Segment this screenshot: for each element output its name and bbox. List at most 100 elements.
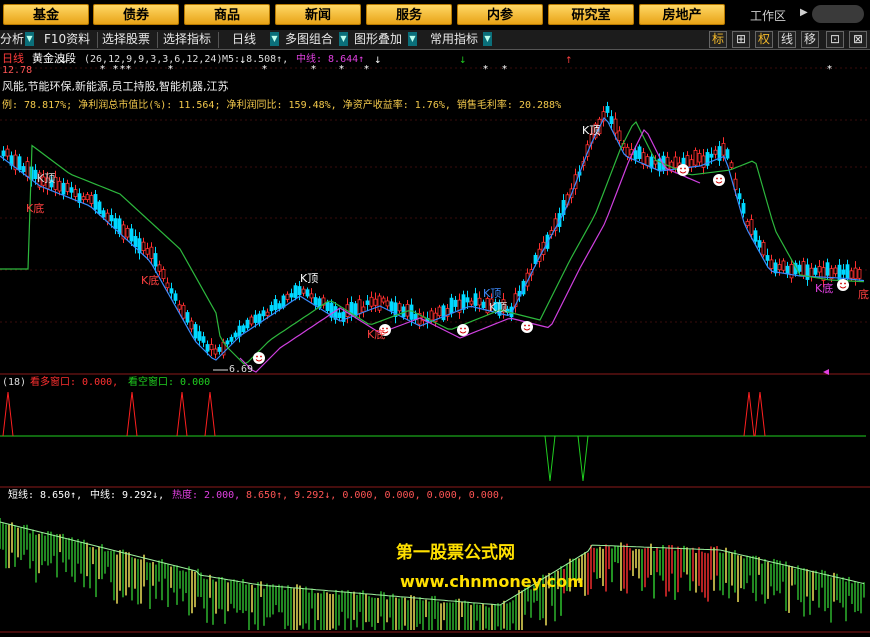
candle-body bbox=[765, 255, 770, 261]
candle-body bbox=[261, 310, 266, 317]
candle-body bbox=[625, 146, 630, 157]
smiley-icon bbox=[253, 352, 265, 364]
candle-body bbox=[81, 196, 86, 201]
candle-body bbox=[365, 300, 370, 305]
candle-body bbox=[481, 301, 486, 309]
candle-body bbox=[5, 148, 10, 157]
candle-body bbox=[853, 267, 858, 280]
candle-body bbox=[113, 218, 118, 229]
down-arrow-icon: ↓ bbox=[459, 56, 467, 66]
candle-body bbox=[253, 314, 258, 323]
candle-body bbox=[97, 201, 102, 215]
candle-body bbox=[813, 267, 818, 275]
k-top-label: K顶 bbox=[37, 172, 56, 185]
candle-body bbox=[217, 347, 222, 352]
candle-body bbox=[325, 301, 330, 311]
candle-body bbox=[69, 187, 74, 193]
candle-body bbox=[269, 305, 274, 312]
smiley-eye bbox=[464, 327, 466, 330]
k-bottom-label: K底 bbox=[26, 202, 45, 215]
period-label: 日线 bbox=[2, 52, 24, 65]
k-bottom-label: K底 bbox=[367, 328, 386, 341]
candle-body bbox=[693, 150, 698, 166]
candle-body bbox=[713, 149, 718, 155]
candle-body bbox=[389, 301, 394, 312]
smiley-icon bbox=[713, 174, 725, 186]
candle-body bbox=[373, 298, 378, 306]
window-spike bbox=[544, 435, 556, 482]
candle-body bbox=[201, 336, 206, 343]
indicator-name: 黄金波段 bbox=[32, 52, 76, 65]
candle-body bbox=[737, 193, 742, 200]
candle-body bbox=[857, 269, 862, 279]
smiley-eye bbox=[460, 327, 462, 330]
candle-body bbox=[149, 246, 154, 259]
candle-body bbox=[797, 264, 802, 272]
star-marker-icon: * bbox=[502, 64, 507, 75]
bear-window-label: 看空窗口: 0.000 bbox=[128, 377, 211, 388]
candle-body bbox=[441, 305, 446, 321]
candle-body bbox=[285, 293, 290, 300]
candle-body bbox=[477, 297, 482, 306]
m5-value: M5: 8.508↑, bbox=[222, 54, 289, 65]
candle-body bbox=[229, 336, 234, 342]
short-line-value: 短线: 8.650↑, bbox=[8, 490, 83, 501]
candle-body bbox=[741, 203, 746, 214]
k-top-label: K顶 bbox=[582, 124, 601, 137]
indicator-params: (26,12,9,9,3,3,6,12,24) bbox=[84, 54, 223, 65]
candle-body bbox=[301, 288, 306, 294]
up-arrow-icon: ↑ bbox=[565, 56, 573, 66]
candle-body bbox=[181, 304, 186, 319]
mid-panel-param: (18) bbox=[2, 377, 27, 388]
candle-body bbox=[725, 149, 730, 159]
candle-body bbox=[141, 241, 146, 251]
candle-body bbox=[781, 260, 786, 271]
extra-values: 8.650↑, 9.292↓, 0.000, 0.000, 0.000, 0.0… bbox=[246, 490, 505, 501]
candle-body bbox=[637, 146, 642, 159]
candle-body bbox=[461, 294, 466, 310]
candle-body bbox=[757, 240, 762, 248]
candle-body bbox=[613, 118, 618, 134]
low-price-label: 6.69 bbox=[229, 364, 254, 375]
candle-body bbox=[841, 269, 846, 275]
candle-body bbox=[409, 304, 414, 320]
candle-body bbox=[377, 295, 382, 311]
candle-body bbox=[469, 300, 474, 305]
candle-body bbox=[361, 306, 366, 313]
smiley-eye bbox=[844, 282, 846, 285]
bottom-label: 底 bbox=[858, 288, 869, 301]
candle-body bbox=[753, 230, 758, 242]
finance-text: 例: 78.817%; 净利润总市值比(%): 11.564; 净利润同比: 1… bbox=[2, 100, 562, 111]
smiley-eye bbox=[528, 324, 530, 327]
watermark-title: 第一股票公式网 bbox=[396, 543, 515, 563]
candle-body bbox=[645, 156, 650, 167]
candle-body bbox=[241, 325, 246, 333]
window-spike bbox=[176, 391, 188, 437]
candle-body bbox=[609, 116, 614, 124]
candle-body bbox=[249, 316, 254, 325]
smiley-icon bbox=[677, 164, 689, 176]
candle-body bbox=[281, 295, 286, 308]
candle-body bbox=[73, 189, 78, 198]
candle-body bbox=[849, 270, 854, 279]
candle-body bbox=[385, 300, 390, 307]
window-spike bbox=[204, 391, 216, 437]
midline-value: 中线: 8.644↑ bbox=[296, 54, 365, 65]
window-signal-lines bbox=[0, 391, 866, 482]
k-bottom-label: K底 bbox=[141, 274, 160, 287]
smiley-eye bbox=[256, 355, 258, 358]
candle-body bbox=[89, 195, 94, 204]
candle-body bbox=[429, 310, 434, 321]
candle-body bbox=[353, 303, 358, 317]
candle-body bbox=[453, 299, 458, 307]
candle-body bbox=[293, 285, 298, 298]
moving-average-lines bbox=[0, 116, 865, 373]
candle-body bbox=[397, 303, 402, 312]
candle-body bbox=[817, 266, 822, 273]
smiley-icon bbox=[837, 279, 849, 291]
candle-body bbox=[161, 269, 166, 280]
main-candlesticks bbox=[1, 101, 862, 359]
candle-body bbox=[173, 293, 178, 301]
candle-body bbox=[473, 293, 478, 306]
candle-body bbox=[1, 150, 6, 157]
